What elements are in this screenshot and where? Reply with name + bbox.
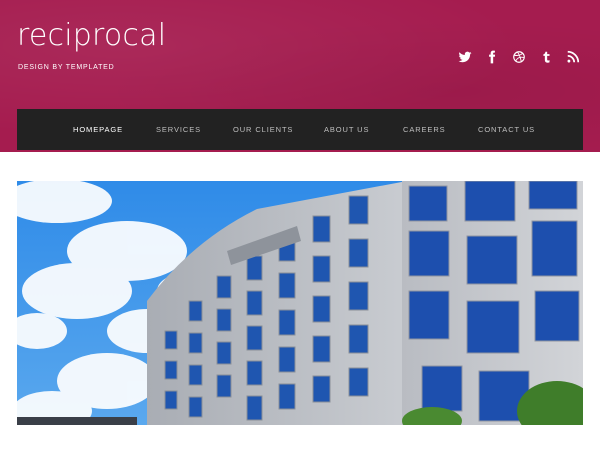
nav-item-services[interactable]: SERVICES — [156, 125, 201, 134]
rss-icon[interactable] — [566, 50, 580, 64]
building-photo — [17, 181, 583, 425]
dribbble-icon[interactable] — [512, 50, 526, 64]
hero-image — [17, 181, 583, 425]
nav-item-homepage[interactable]: HOMEPAGE — [73, 125, 123, 134]
site-header: reciprocal DESIGN BY TEMPLATED HOMEPAGE … — [0, 0, 600, 152]
tumblr-icon[interactable] — [539, 50, 553, 64]
nav-item-our-clients[interactable]: OUR CLIENTS — [233, 125, 293, 134]
site-logo[interactable]: reciprocal — [17, 18, 166, 53]
social-links — [458, 50, 580, 64]
facebook-icon[interactable] — [485, 50, 499, 64]
site-tagline: DESIGN BY TEMPLATED — [18, 64, 115, 71]
nav-item-careers[interactable]: CAREERS — [403, 125, 446, 134]
twitter-icon[interactable] — [458, 50, 472, 64]
main-nav: HOMEPAGE SERVICES OUR CLIENTS ABOUT US C… — [17, 109, 583, 150]
nav-item-about-us[interactable]: ABOUT US — [324, 125, 369, 134]
nav-item-contact-us[interactable]: CONTACT US — [478, 125, 535, 134]
